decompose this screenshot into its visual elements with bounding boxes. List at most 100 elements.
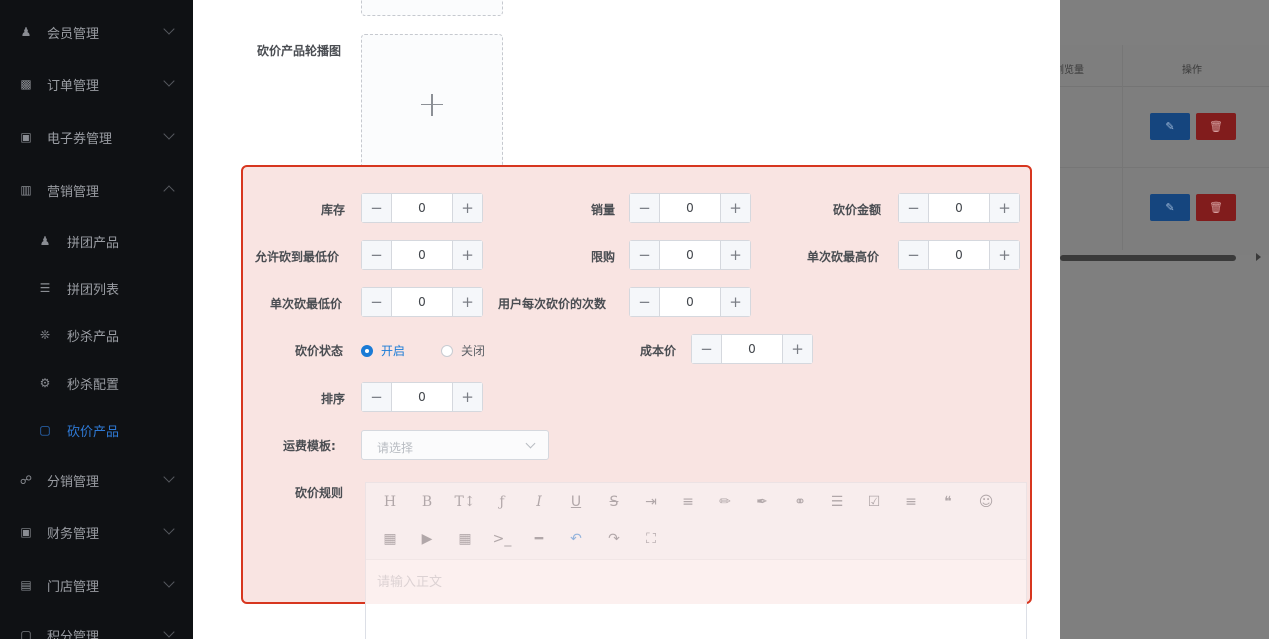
decrement-button[interactable]: − bbox=[362, 288, 392, 316]
sidebar-item-flash-config[interactable]: ⚙ 秒杀配置 bbox=[0, 363, 193, 403]
table-icon[interactable]: ▦ bbox=[455, 529, 475, 549]
italic-icon[interactable]: I bbox=[529, 492, 549, 512]
align-icon[interactable]: ≡ bbox=[901, 492, 921, 512]
sales-value[interactable]: 0 bbox=[660, 194, 720, 222]
stock-value[interactable]: 0 bbox=[392, 194, 452, 222]
store-icon: ▤ bbox=[20, 578, 32, 592]
increment-button[interactable]: + bbox=[720, 288, 750, 316]
sidebar-item-finance[interactable]: ▣ 财务管理 bbox=[0, 512, 193, 552]
increment-button[interactable]: + bbox=[720, 241, 750, 269]
increment-button[interactable]: + bbox=[452, 288, 482, 316]
divider-icon[interactable]: ━ bbox=[529, 529, 549, 549]
heading-icon[interactable]: H bbox=[380, 492, 400, 512]
rich-text-editor[interactable]: H B T↕ ƒ I U S ⇥ ≡ ✏ ✒ ⚭ ☰ ☑ ≡ ❝ ☺ ▦ ▶ ▦… bbox=[365, 482, 1027, 639]
limit-stepper[interactable]: − 0 + bbox=[629, 240, 751, 270]
max-per-cut-stepper[interactable]: − 0 + bbox=[898, 240, 1020, 270]
link-icon[interactable]: ⚭ bbox=[790, 492, 810, 512]
status-on-radio[interactable]: 开启 bbox=[361, 342, 405, 359]
chevron-down-icon bbox=[163, 626, 175, 638]
decrement-button[interactable]: − bbox=[630, 194, 660, 222]
sales-stepper[interactable]: − 0 + bbox=[629, 193, 751, 223]
column-divider bbox=[1122, 45, 1123, 250]
decrement-button[interactable]: − bbox=[899, 194, 929, 222]
rules-label: 砍价规则 bbox=[295, 486, 344, 500]
sort-stepper[interactable]: − 0 + bbox=[361, 382, 483, 412]
quote-icon[interactable]: ❝ bbox=[938, 492, 958, 512]
decrement-button[interactable]: − bbox=[362, 383, 392, 411]
sales-label: 销量 bbox=[591, 203, 616, 217]
sidebar-item-orders[interactable]: ▩ 订单管理 bbox=[0, 64, 193, 104]
background-color-icon[interactable]: ✒ bbox=[752, 492, 772, 512]
undo-icon[interactable]: ↶ bbox=[566, 529, 586, 549]
times-value[interactable]: 0 bbox=[660, 288, 720, 316]
cost-value[interactable]: 0 bbox=[722, 335, 782, 363]
decrement-button[interactable]: − bbox=[362, 194, 392, 222]
sidebar-item-distribution[interactable]: ☍ 分销管理 bbox=[0, 460, 193, 500]
increment-button[interactable]: + bbox=[452, 383, 482, 411]
bargain-amount-value[interactable]: 0 bbox=[929, 194, 989, 222]
sidebar-item-group-list[interactable]: ☰ 拼团列表 bbox=[0, 268, 193, 308]
scroll-right-icon[interactable] bbox=[1256, 253, 1261, 261]
sidebar-item-marketing[interactable]: ▥ 营销管理 bbox=[0, 170, 193, 210]
sidebar-item-stores[interactable]: ▤ 门店管理 bbox=[0, 565, 193, 605]
sidebar-item-label: 财务管理 bbox=[47, 526, 100, 542]
delete-button[interactable]: 🗑 bbox=[1196, 194, 1236, 221]
decrement-button[interactable]: − bbox=[630, 288, 660, 316]
increment-button[interactable]: + bbox=[782, 335, 812, 363]
redo-icon[interactable]: ↷ bbox=[604, 529, 624, 549]
decrement-button[interactable]: − bbox=[692, 335, 722, 363]
fullscreen-icon[interactable]: ⛶ bbox=[641, 529, 661, 549]
min-price-stepper[interactable]: − 0 + bbox=[361, 240, 483, 270]
horizontal-scrollbar[interactable] bbox=[1060, 255, 1236, 261]
max-per-cut-value[interactable]: 0 bbox=[929, 241, 989, 269]
video-icon[interactable]: ▶ bbox=[417, 529, 437, 549]
list-icon[interactable]: ☰ bbox=[827, 492, 847, 512]
sidebar-item-group-products[interactable]: ♟ 拼团产品 bbox=[0, 221, 193, 261]
shipping-template-select[interactable]: 请选择 bbox=[361, 430, 549, 460]
increment-button[interactable]: + bbox=[452, 241, 482, 269]
status-off-radio[interactable]: 关闭 bbox=[441, 342, 485, 359]
min-price-value[interactable]: 0 bbox=[392, 241, 452, 269]
sidebar-item-bargain-products[interactable]: ▢ 砍价产品 bbox=[0, 410, 193, 450]
decrement-button[interactable]: − bbox=[630, 241, 660, 269]
carousel-upload[interactable] bbox=[361, 34, 503, 175]
sidebar-item-label: 秒杀产品 bbox=[67, 329, 120, 345]
indent-icon[interactable]: ⇥ bbox=[641, 492, 661, 512]
increment-button[interactable]: + bbox=[720, 194, 750, 222]
font-family-icon[interactable]: ƒ bbox=[492, 492, 512, 512]
edit-button[interactable]: ✎ bbox=[1150, 113, 1190, 140]
edit-button[interactable]: ✎ bbox=[1150, 194, 1190, 221]
sidebar-item-flash-products[interactable]: ❊ 秒杀产品 bbox=[0, 315, 193, 355]
stock-stepper[interactable]: − 0 + bbox=[361, 193, 483, 223]
delete-button[interactable]: 🗑 bbox=[1196, 113, 1236, 140]
finance-icon: ▣ bbox=[20, 525, 32, 539]
line-height-icon[interactable]: ≡ bbox=[678, 492, 698, 512]
increment-button[interactable]: + bbox=[989, 194, 1019, 222]
decrement-button[interactable]: − bbox=[362, 241, 392, 269]
min-per-cut-value[interactable]: 0 bbox=[392, 288, 452, 316]
increment-button[interactable]: + bbox=[989, 241, 1019, 269]
limit-value[interactable]: 0 bbox=[660, 241, 720, 269]
underline-icon[interactable]: U bbox=[566, 492, 586, 512]
times-stepper[interactable]: − 0 + bbox=[629, 287, 751, 317]
sort-value[interactable]: 0 bbox=[392, 383, 452, 411]
bold-icon[interactable]: B bbox=[417, 492, 437, 512]
cost-stepper[interactable]: − 0 + bbox=[691, 334, 813, 364]
decrement-button[interactable]: − bbox=[899, 241, 929, 269]
editor-placeholder[interactable]: 请输入正文 bbox=[377, 571, 442, 590]
code-icon[interactable]: >_ bbox=[492, 529, 512, 549]
text-color-icon[interactable]: ✏ bbox=[715, 492, 735, 512]
chevron-up-icon bbox=[163, 185, 175, 197]
sidebar-item-points[interactable]: ▢ 积分管理 bbox=[0, 615, 193, 639]
sidebar-item-coupons[interactable]: ▣ 电子券管理 bbox=[0, 117, 193, 157]
strikethrough-icon[interactable]: S bbox=[604, 492, 624, 512]
sidebar-item-members[interactable]: ♟ 会员管理 bbox=[0, 12, 193, 52]
bargain-amount-stepper[interactable]: − 0 + bbox=[898, 193, 1020, 223]
image-icon[interactable]: ▦ bbox=[380, 529, 400, 549]
image-upload-previous[interactable] bbox=[361, 0, 503, 16]
font-size-icon[interactable]: T↕ bbox=[454, 492, 475, 512]
min-per-cut-stepper[interactable]: − 0 + bbox=[361, 287, 483, 317]
emoji-icon[interactable]: ☺ bbox=[976, 492, 996, 512]
checkbox-icon[interactable]: ☑ bbox=[864, 492, 884, 512]
increment-button[interactable]: + bbox=[452, 194, 482, 222]
